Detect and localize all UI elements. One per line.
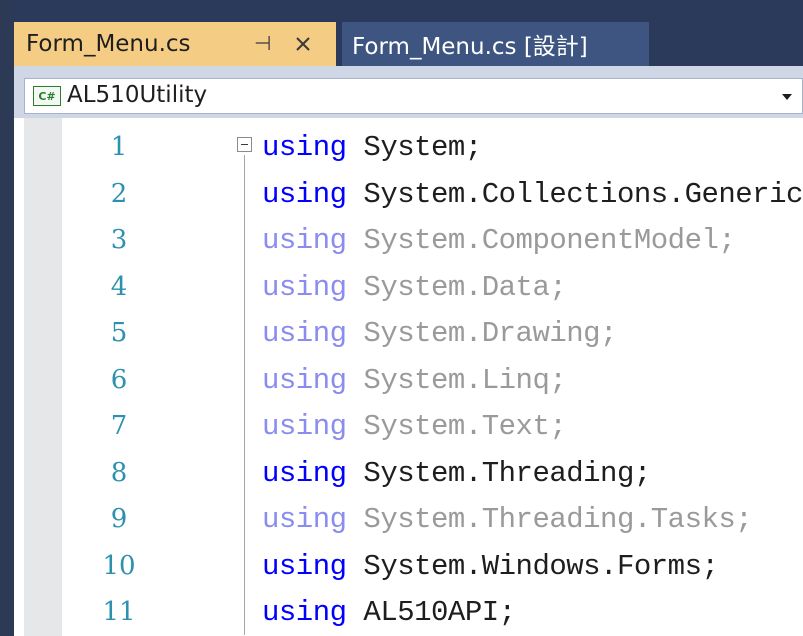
keyword-using: using bbox=[262, 456, 347, 490]
keyword-using: using bbox=[262, 177, 347, 211]
navigation-bar: C# AL510Utility bbox=[14, 66, 803, 118]
pin-icon[interactable]: ⊣ bbox=[254, 31, 271, 55]
code-text[interactable]: using System.ComponentModel; bbox=[262, 224, 736, 257]
keyword-using: using bbox=[262, 363, 347, 397]
namespace-identifier: System.Collections.Generic; bbox=[346, 177, 803, 211]
code-line[interactable]: 4 using System.Data; bbox=[14, 266, 803, 312]
code-line[interactable]: 7 using System.Text; bbox=[14, 405, 803, 451]
code-text[interactable]: using System.Linq; bbox=[262, 363, 567, 397]
code-text[interactable]: using System.Windows.Forms; bbox=[262, 549, 719, 583]
code-line[interactable]: 1 using System; bbox=[14, 126, 803, 172]
code-line[interactable]: 8 using System.Threading; bbox=[14, 452, 803, 498]
line-number: 3 bbox=[110, 225, 128, 255]
csharp-project-icon: C# bbox=[33, 86, 61, 106]
code-text[interactable]: using System.Threading; bbox=[262, 457, 651, 490]
keyword-using: using bbox=[262, 410, 347, 443]
namespace-identifier: System.Text; bbox=[346, 410, 567, 443]
code-text[interactable]: using System; bbox=[262, 131, 482, 164]
code-text[interactable]: using System.Data; bbox=[262, 270, 567, 304]
namespace-identifier: System.Drawing; bbox=[346, 317, 617, 350]
namespace-identifier: System.Data; bbox=[346, 270, 567, 304]
line-number: 1 bbox=[110, 132, 128, 162]
keyword-using: using bbox=[262, 596, 347, 629]
code-line[interactable]: 3 using System.ComponentModel; bbox=[14, 219, 803, 265]
code-line[interactable]: 6 using System.Linq; bbox=[14, 359, 803, 405]
line-number: 9 bbox=[110, 504, 128, 534]
code-line[interactable]: 11 using AL510API; bbox=[14, 591, 803, 636]
keyword-using: using bbox=[262, 224, 347, 257]
line-number: 10 bbox=[102, 550, 136, 581]
code-text[interactable]: using System.Collections.Generic; bbox=[262, 178, 803, 211]
chevron-down-icon[interactable] bbox=[782, 94, 792, 100]
keyword-using: using bbox=[262, 131, 347, 164]
line-number: 6 bbox=[110, 364, 128, 395]
line-number: 11 bbox=[102, 597, 136, 627]
tab-form-menu-cs[interactable]: Form_Menu.cs ⊣ bbox=[14, 22, 336, 66]
tab-form-menu-cs-design[interactable]: Form_Menu.cs [設計] bbox=[342, 22, 649, 66]
document-tab-strip: Form_Menu.cs ⊣ Form_Menu.cs [設計] bbox=[14, 22, 803, 66]
namespace-identifier: System.ComponentModel; bbox=[346, 224, 736, 257]
code-text[interactable]: using AL510API; bbox=[262, 596, 516, 629]
namespace-identifier: AL510API; bbox=[346, 596, 516, 629]
namespace-identifier: System.Windows.Forms; bbox=[346, 549, 719, 583]
project-name: AL510Utility bbox=[67, 82, 208, 108]
namespace-identifier: System; bbox=[346, 131, 482, 164]
line-number: 2 bbox=[110, 178, 128, 209]
keyword-using: using bbox=[262, 549, 347, 583]
namespace-identifier: System.Threading; bbox=[346, 456, 651, 490]
code-line[interactable]: 10 using System.Windows.Forms; bbox=[14, 545, 803, 591]
code-line[interactable]: 2 using System.Collections.Generic; bbox=[14, 173, 803, 219]
code-line[interactable]: 9 using System.Threading.Tasks; bbox=[14, 498, 803, 544]
code-text[interactable]: using System.Text; bbox=[262, 410, 567, 443]
line-number: 7 bbox=[110, 411, 128, 441]
keyword-using: using bbox=[262, 270, 347, 304]
tab-label: Form_Menu.cs bbox=[26, 31, 191, 57]
keyword-using: using bbox=[262, 503, 347, 536]
close-icon[interactable] bbox=[288, 29, 318, 59]
tab-label: Form_Menu.cs [設計] bbox=[352, 34, 588, 60]
line-number: 8 bbox=[110, 457, 128, 488]
code-line[interactable]: 5 using System.Drawing; bbox=[14, 312, 803, 358]
editor-window: Form_Menu.cs ⊣ Form_Menu.cs [設計] C# AL51… bbox=[14, 0, 803, 636]
namespace-identifier: System.Linq; bbox=[346, 363, 567, 397]
code-text[interactable]: using System.Drawing; bbox=[262, 317, 617, 350]
line-number: 5 bbox=[110, 318, 128, 348]
keyword-using: using bbox=[262, 317, 347, 350]
line-number: 4 bbox=[110, 271, 128, 302]
project-dropdown[interactable]: C# AL510Utility bbox=[24, 78, 803, 114]
code-text[interactable]: using System.Threading.Tasks; bbox=[262, 503, 753, 536]
code-editor[interactable]: 1 using System; 2 using System.Collections.… bbox=[14, 118, 803, 636]
namespace-identifier: System.Threading.Tasks; bbox=[346, 503, 753, 536]
